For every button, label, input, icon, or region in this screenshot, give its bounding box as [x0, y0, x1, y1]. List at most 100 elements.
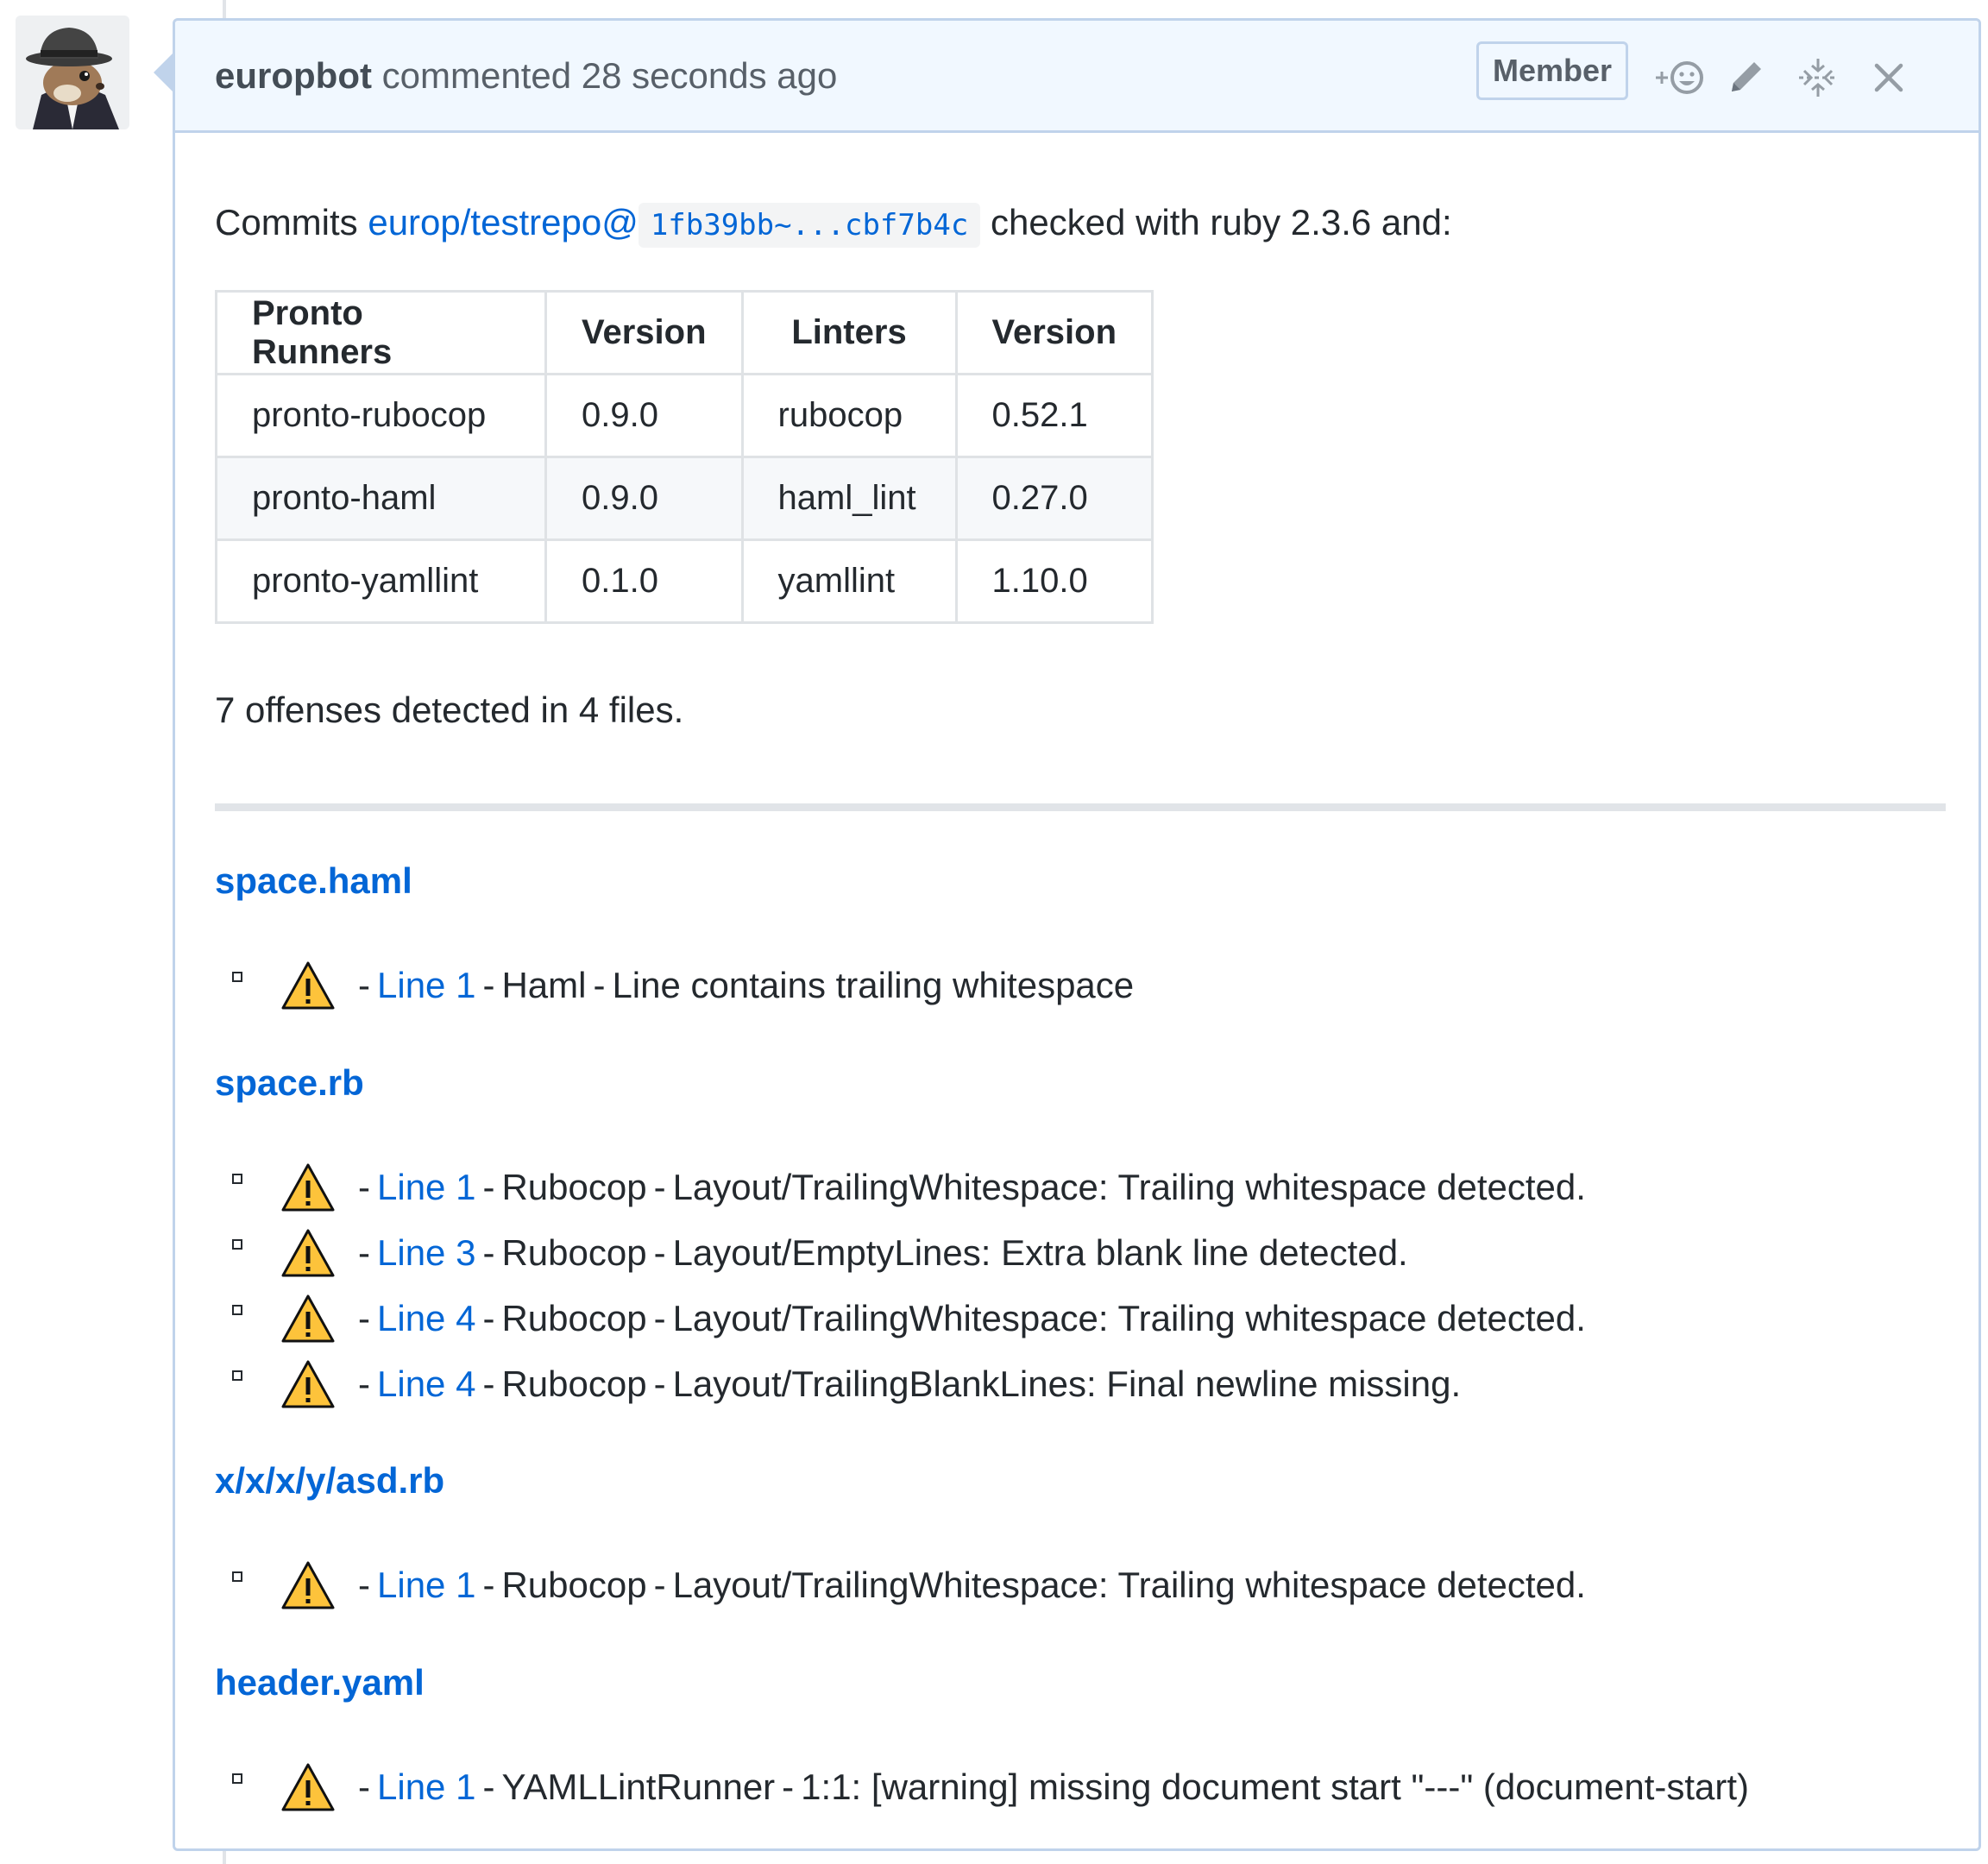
offense-item: - Line 4- Rubocop - Layout/TrailingWhitespac…	[232, 1288, 1586, 1349]
offense-runner: Haml	[501, 965, 587, 1005]
line-link[interactable]: Line 1	[377, 1766, 475, 1808]
table-row: pronto-rubocop 0.9.0 rubocop 0.52.1	[215, 373, 1154, 458]
warning-icon	[281, 1294, 335, 1343]
comment-box: europbot commented 28 seconds ago Member	[173, 18, 1981, 1851]
separator-dash: -	[358, 965, 370, 1005]
table-cell: yamllint	[740, 538, 958, 624]
file-heading-link[interactable]: header.yaml	[215, 1662, 425, 1703]
separator-dash: -	[482, 1363, 495, 1404]
offense-message: Layout/TrailingBlankLines: Final newline…	[672, 1363, 1462, 1404]
intro-suffix: checked with ruby 2.3.6 and:	[990, 202, 1452, 242]
repo-link[interactable]: europ/testrepo@	[368, 202, 638, 242]
separator-dash: -	[358, 1167, 370, 1207]
offense-runner: Rubocop	[501, 1298, 647, 1338]
table-cell: 1.10.0	[954, 538, 1154, 624]
offense-runner: Rubocop	[501, 1167, 647, 1207]
file-heading-link[interactable]: space.haml	[215, 860, 412, 902]
offense-runner: Rubocop	[501, 1565, 647, 1605]
separator-dash: -	[653, 1363, 666, 1404]
table-cell: 0.9.0	[544, 373, 744, 458]
separator-dash: -	[358, 1565, 370, 1605]
line-link[interactable]: Line 1	[377, 1565, 475, 1606]
line-link[interactable]: Line 3	[377, 1232, 475, 1274]
table-cell: 0.52.1	[954, 373, 1154, 458]
separator-dash: -	[482, 1298, 495, 1338]
intro-prefix: Commits	[215, 202, 358, 242]
offense-message: 1:1: [warning] missing document start "-…	[801, 1766, 1750, 1807]
table-cell: pronto-yamllint	[215, 538, 547, 624]
line-link[interactable]: Line 1	[377, 1167, 475, 1208]
list-bullet	[232, 1571, 242, 1582]
comment-timestamp[interactable]: 28 seconds ago	[582, 55, 838, 96]
separator-dash: -	[482, 1565, 495, 1605]
table-cell: pronto-haml	[215, 456, 547, 541]
warning-icon	[281, 1229, 335, 1277]
table-cell: 0.9.0	[544, 456, 744, 541]
list-bullet	[232, 1305, 242, 1315]
horizontal-rule	[215, 803, 1946, 811]
offense-message: Layout/TrailingWhitespace: Trailing whit…	[672, 1167, 1586, 1207]
file-heading-link[interactable]: space.rb	[215, 1062, 364, 1104]
unfold-collapse-icon[interactable]	[1792, 52, 1844, 104]
offense-item: - Line 1- Haml - Line contains trailing whit…	[232, 955, 1134, 1016]
separator-dash: -	[653, 1232, 666, 1273]
add-reaction-icon[interactable]	[1652, 52, 1704, 104]
offense-message: Layout/TrailingWhitespace: Trailing whit…	[672, 1565, 1586, 1605]
table-cell: haml_lint	[740, 456, 958, 541]
table-header: Version	[544, 290, 744, 375]
close-icon[interactable]	[1863, 52, 1915, 104]
table-header-row: Pronto Runners Version Linters Version	[215, 290, 1154, 375]
offense-message: Layout/TrailingWhitespace: Trailing whit…	[672, 1298, 1586, 1338]
line-link[interactable]: Line 1	[377, 965, 475, 1006]
list-bullet	[232, 1370, 242, 1381]
offense-runner: YAMLLintRunner	[501, 1766, 776, 1807]
list-bullet	[232, 1174, 242, 1184]
list-bullet	[232, 1239, 242, 1250]
separator-dash: -	[782, 1766, 795, 1807]
list-bullet	[232, 972, 242, 982]
separator-dash: -	[482, 1232, 495, 1273]
table-cell: rubocop	[740, 373, 958, 458]
table-cell: 0.1.0	[544, 538, 744, 624]
table-cell: 0.27.0	[954, 456, 1154, 541]
separator-dash: -	[482, 1766, 495, 1807]
separator-dash: -	[482, 965, 495, 1005]
commit-range-link[interactable]: 1fb39bb~...cbf7b4c	[638, 203, 981, 248]
table-cell: pronto-rubocop	[215, 373, 547, 458]
line-link[interactable]: Line 4	[377, 1363, 475, 1405]
warning-icon	[281, 961, 335, 1010]
separator-dash: -	[482, 1167, 495, 1207]
member-badge: Member	[1476, 41, 1629, 100]
separator-dash: -	[593, 965, 606, 1005]
warning-icon	[281, 1360, 335, 1408]
offense-item: - Line 1- Rubocop - Layout/TrailingWhitespac…	[232, 1157, 1586, 1218]
offense-runner: Rubocop	[501, 1363, 647, 1404]
table-header: Pronto Runners	[215, 290, 547, 375]
warning-icon	[281, 1561, 335, 1609]
avatar[interactable]	[16, 16, 129, 129]
table-row: pronto-yamllint 0.1.0 yamllint 1.10.0	[215, 538, 1154, 624]
separator-dash: -	[653, 1167, 666, 1207]
offense-item: - Line 1- Rubocop - Layout/TrailingWhitespac…	[232, 1555, 1586, 1615]
file-heading-link[interactable]: x/x/x/y/asd.rb	[215, 1460, 444, 1502]
list-bullet	[232, 1773, 242, 1784]
offense-item: - Line 1- YAMLLintRunner -1:1: [warning] mi…	[232, 1757, 1749, 1817]
separator-dash: -	[653, 1298, 666, 1338]
author-link[interactable]: europbot	[215, 55, 372, 96]
table-header: Version	[954, 290, 1154, 375]
table-row: pronto-haml 0.9.0 haml_lint 0.27.0	[215, 456, 1154, 541]
comment-action: commented	[381, 55, 572, 96]
warning-icon	[281, 1763, 335, 1811]
line-link[interactable]: Line 4	[377, 1298, 475, 1339]
comment-header-text: europbot commented 28 seconds ago	[215, 55, 837, 97]
offense-summary: 7 offenses detected in 4 files.	[215, 690, 684, 730]
offense-runner: Rubocop	[501, 1232, 647, 1273]
comment-caret	[154, 54, 173, 91]
offense-item: - Line 3- Rubocop - Layout/EmptyLines: Extra…	[232, 1223, 1408, 1283]
pencil-icon[interactable]	[1720, 52, 1771, 104]
separator-dash: -	[358, 1298, 370, 1338]
table-header: Linters	[740, 290, 958, 375]
commit-intro: Commits europ/testrepo@ 1fb39bb~...cbf7b4…	[215, 202, 1452, 248]
separator-dash: -	[653, 1565, 666, 1605]
separator-dash: -	[358, 1232, 370, 1273]
